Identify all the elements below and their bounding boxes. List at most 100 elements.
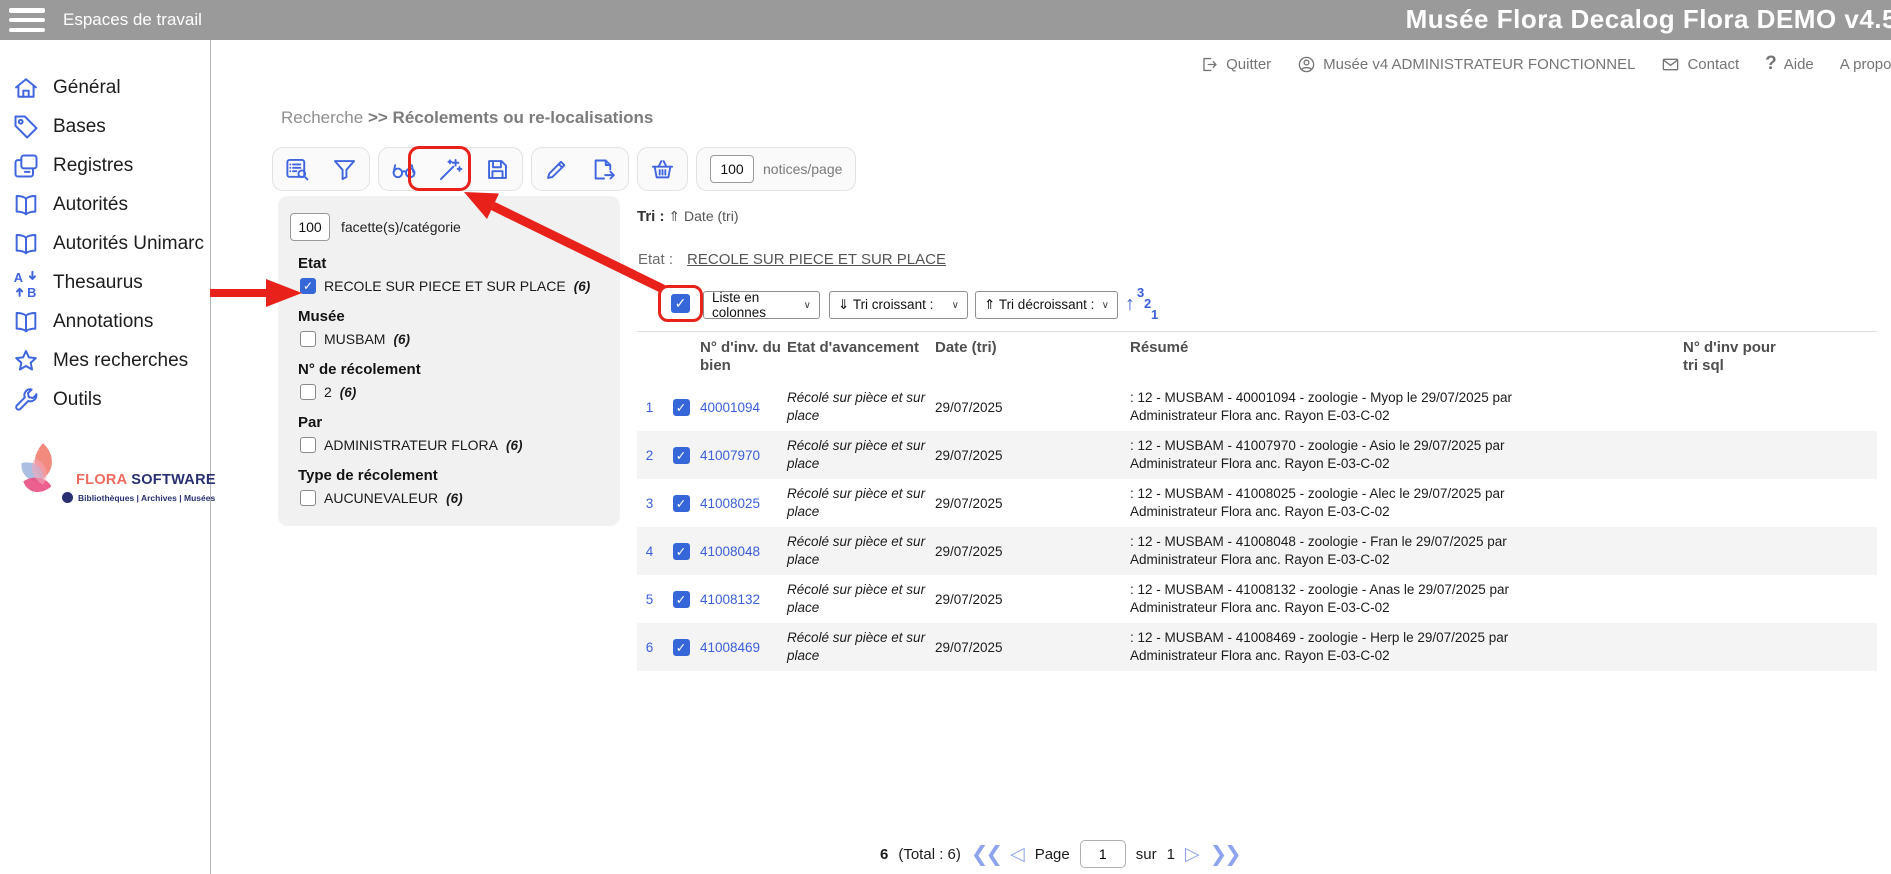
app-title: Musée Flora Decalog Flora DEMO v4.5: [1406, 4, 1891, 35]
breadcrumb-page: Récolements ou re-localisations: [393, 108, 654, 127]
row-number-link[interactable]: 1: [637, 400, 662, 415]
basket-button[interactable]: [639, 148, 686, 190]
view-mode-select[interactable]: Liste en colonnes∨: [703, 291, 820, 319]
row-checkbox[interactable]: ✓: [673, 543, 690, 560]
row-summary: : 12 - MUSBAM - 41008025 - zoologie - Al…: [1120, 485, 1675, 520]
utility-link-musee-v4-administrateur-fonctionnel[interactable]: Musée v4 ADMINISTRATEUR FONCTIONNEL: [1297, 55, 1635, 74]
row-number-link[interactable]: 5: [637, 592, 662, 607]
edit-button[interactable]: [533, 148, 580, 190]
row-status: Récolé sur pièce et sur place: [787, 485, 935, 520]
sort-field: Date (tri): [684, 208, 738, 224]
row-checkbox[interactable]: ✓: [673, 591, 690, 608]
sidebar-item-general[interactable]: Général: [0, 68, 210, 107]
brand-name: FLORA SOFTWARE: [76, 472, 216, 488]
save-button[interactable]: [474, 148, 521, 190]
notices-per-page-input[interactable]: [710, 155, 754, 183]
filter-button[interactable]: [321, 148, 368, 190]
previous-page-icon[interactable]: ◁: [1010, 845, 1025, 864]
row-checkbox[interactable]: ✓: [673, 639, 690, 656]
row-number-link[interactable]: 4: [637, 544, 662, 559]
row-status: Récolé sur pièce et sur place: [787, 629, 935, 664]
col-header-date: Date (tri): [935, 337, 1120, 375]
row-summary: : 12 - MUSBAM - 41008469 - zoologie - He…: [1120, 629, 1675, 664]
sidebar-item-autorites-unimarc[interactable]: Autorités Unimarc: [0, 224, 210, 263]
facet-checkbox[interactable]: [300, 437, 316, 453]
sort-descending-select[interactable]: ⇑ Tri décroissant :∨: [975, 291, 1118, 319]
row-number-link[interactable]: 3: [637, 496, 662, 511]
sidebar-item-annotations[interactable]: Annotations: [0, 302, 210, 341]
magic-wand-button[interactable]: [427, 148, 474, 190]
next-page-icon[interactable]: ▷: [1185, 845, 1200, 864]
wrench-icon: [12, 386, 40, 414]
pencil-icon: [543, 156, 570, 183]
sidebar-item-bases[interactable]: Bases: [0, 107, 210, 146]
page-of-value: 1: [1167, 846, 1175, 863]
inventory-number-link[interactable]: 41008025: [700, 496, 787, 511]
facet-group-title: Etat: [298, 255, 606, 272]
sidebar-nav: GénéralBasesRegistres Autorités Autorités …: [0, 40, 210, 419]
sidebar-item-label: Autorités: [53, 194, 128, 216]
export-button[interactable]: [580, 148, 627, 190]
row-summary: : 12 - MUSBAM - 40001094 - zoologie - My…: [1120, 389, 1675, 424]
notices-per-page-label: notices/page: [763, 161, 842, 177]
row-checkbox[interactable]: ✓: [673, 399, 690, 416]
inventory-number-link[interactable]: 41008469: [700, 640, 787, 655]
row-date: 29/07/2025: [935, 544, 1120, 559]
breadcrumb-section[interactable]: Recherche: [281, 108, 363, 127]
utility-link-a-propos[interactable]: A propos: [1840, 56, 1891, 73]
first-page-icon[interactable]: ❮❮: [971, 844, 1000, 865]
facet-option-aucunevaleur[interactable]: AUCUNEVALEUR(6): [300, 490, 606, 506]
utility-link-quitter[interactable]: Quitter: [1200, 55, 1271, 74]
facet-option-2[interactable]: 2(6): [300, 384, 606, 400]
facet-checkbox[interactable]: ✓: [300, 278, 316, 294]
row-status: Récolé sur pièce et sur place: [787, 581, 935, 616]
brand-tagline: Bibliothèques | Archives | Musées: [78, 493, 215, 503]
facet-option-musbam[interactable]: MUSBAM(6): [300, 331, 606, 347]
page-of-label: sur: [1136, 846, 1157, 863]
sort-numeric-icon[interactable]: ↑321: [1127, 287, 1157, 327]
facet-count-input[interactable]: [290, 213, 330, 241]
sidebar-item-autorites[interactable]: Autorités: [0, 185, 210, 224]
facet-option-administrateur-flora[interactable]: ADMINISTRATEUR FLORA(6): [300, 437, 606, 453]
workspace-label[interactable]: Espaces de travail: [63, 10, 202, 30]
book-icon: [12, 191, 40, 219]
inventory-number-link[interactable]: 41007970: [700, 448, 787, 463]
facet-option-recole-sur-piece-et-sur-place[interactable]: ✓RECOLE SUR PIECE ET SUR PLACE(6): [300, 278, 606, 294]
facet-group-musee: MuséeMUSBAM(6): [290, 308, 606, 347]
inventory-number-link[interactable]: 41008048: [700, 544, 787, 559]
facet-checkbox[interactable]: [300, 490, 316, 506]
utility-bar: Quitter Musée v4 ADMINISTRATEUR FONCTIONN…: [211, 44, 1891, 84]
top-header-bar: Espaces de travail Musée Flora Decalog F…: [0, 0, 1891, 40]
sidebar-item-outils[interactable]: Outils: [0, 380, 210, 419]
row-number-link[interactable]: 6: [637, 640, 662, 655]
row-number-link[interactable]: 2: [637, 448, 662, 463]
utility-link-contact[interactable]: Contact: [1661, 55, 1739, 74]
page-number-input[interactable]: [1080, 840, 1126, 868]
sidebar-item-thesaurus[interactable]: AB Thesaurus: [0, 263, 210, 302]
sidebar-item-label: Thesaurus: [53, 272, 143, 294]
toolbar-group: [637, 147, 688, 191]
sort-alpha-icon: AB: [12, 269, 40, 297]
sort-ascending-select[interactable]: ⇓ Tri croissant :∨: [829, 291, 968, 319]
inventory-number-link[interactable]: 41008132: [700, 592, 787, 607]
active-filter-value[interactable]: RECOLE SUR PIECE ET SUR PLACE: [687, 251, 946, 268]
row-checkbox[interactable]: ✓: [673, 495, 690, 512]
basket-icon: [649, 156, 676, 183]
menu-icon[interactable]: [9, 8, 45, 32]
preview-button[interactable]: [380, 148, 427, 190]
facet-checkbox[interactable]: [300, 384, 316, 400]
sidebar-item-mes-recherches[interactable]: Mes recherches: [0, 341, 210, 380]
col-header-summary: Résumé: [1120, 337, 1675, 375]
magic-wand-icon: [437, 156, 464, 183]
brand-dot: [62, 492, 73, 503]
display-list-button[interactable]: [274, 148, 321, 190]
book-icon: [12, 308, 40, 336]
facet-checkbox[interactable]: [300, 331, 316, 347]
last-page-icon[interactable]: ❯❯: [1210, 844, 1239, 865]
row-checkbox[interactable]: ✓: [673, 447, 690, 464]
select-all-checkbox[interactable]: ✓: [671, 294, 690, 313]
sidebar-item-registres[interactable]: Registres: [0, 146, 210, 185]
inventory-number-link[interactable]: 40001094: [700, 400, 787, 415]
utility-link-aide[interactable]: ?Aide: [1765, 53, 1814, 75]
table-row: 1✓40001094Récolé sur pièce et sur place2…: [637, 383, 1877, 431]
